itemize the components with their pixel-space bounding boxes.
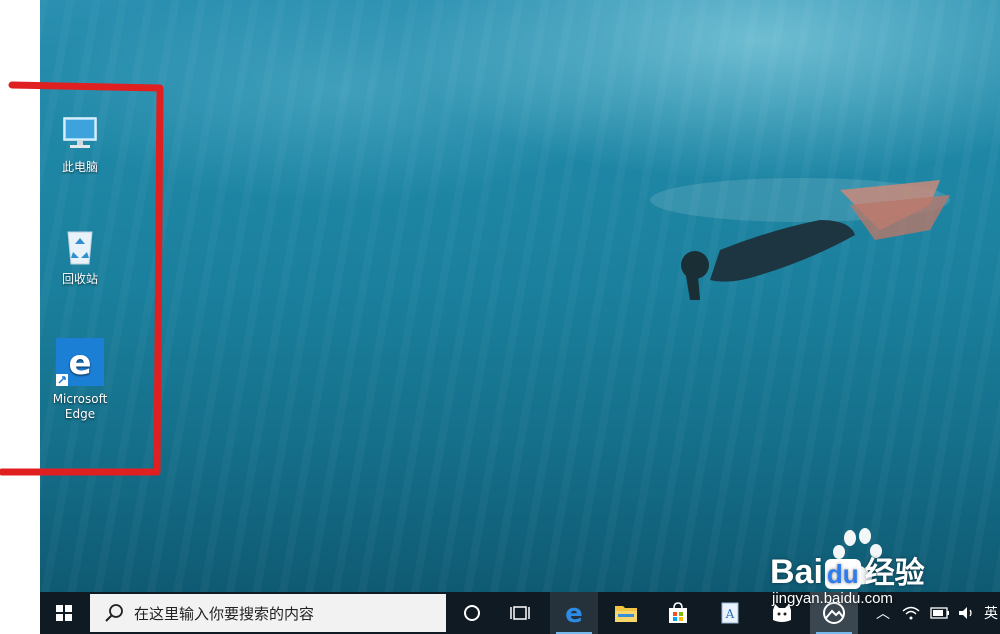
svg-text:e: e: [565, 600, 583, 626]
edge-icon: e: [56, 338, 104, 386]
wordpad-icon: A: [721, 602, 739, 624]
taskbar-app-edge[interactable]: e: [550, 592, 598, 634]
watermark-brand: Bai du 经验: [770, 548, 925, 592]
desktop-icon-label: 回收站: [61, 272, 98, 286]
windows-icon: [56, 605, 72, 621]
brand-suffix: 经验: [864, 557, 925, 590]
watermark-site: jingyan.baidu.com: [772, 590, 893, 607]
desktop-icon-this-pc[interactable]: 此电脑: [40, 112, 120, 175]
cortana-icon: [464, 605, 480, 621]
svg-text:A: A: [725, 607, 735, 621]
file-explorer-icon: [615, 606, 637, 622]
taskbar-app-file-explorer[interactable]: [602, 592, 650, 634]
desktop-icon-recycle-bin[interactable]: 回收站: [40, 224, 120, 287]
computer-icon: [63, 117, 97, 148]
search-box[interactable]: 在这里输入你要搜索的内容: [90, 594, 446, 632]
brand-bai: Bai: [770, 553, 823, 591]
store-icon: [669, 602, 687, 623]
page-margin: [0, 0, 40, 634]
search-placeholder: 在这里输入你要搜索的内容: [134, 604, 315, 623]
svg-text:e: e: [68, 343, 91, 383]
edge-icon: e: [565, 600, 583, 626]
desktop-icon-label-line2: Edge: [64, 407, 96, 421]
task-view-button[interactable]: [496, 592, 544, 634]
start-button[interactable]: [40, 592, 88, 634]
taskbar-app-store[interactable]: [654, 592, 702, 634]
desktop-icon-label-line1: Microsoft: [52, 392, 108, 406]
desktop-icon-label: 此电脑: [61, 160, 98, 174]
taskbar-app-wordpad[interactable]: A: [706, 592, 754, 634]
desktop-wallpaper[interactable]: 此电脑 回收站 e Microsoft Edge: [40, 0, 1000, 592]
desktop-icon-microsoft-edge[interactable]: e Microsoft Edge: [40, 336, 120, 422]
search-icon: [105, 604, 123, 622]
recycle-bin-icon: [67, 231, 93, 265]
brand-du: du: [824, 558, 861, 589]
task-view-icon: [510, 606, 530, 620]
cortana-button[interactable]: [448, 592, 496, 634]
diver-image: [650, 178, 950, 300]
